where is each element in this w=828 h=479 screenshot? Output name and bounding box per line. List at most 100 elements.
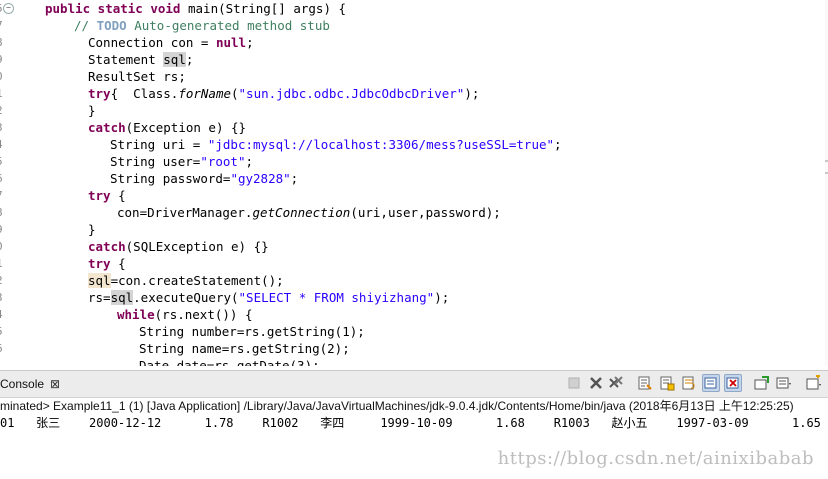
code-token: while bbox=[117, 307, 155, 322]
code-line[interactable]: 0 ResultSet rs; bbox=[0, 68, 828, 85]
line-number: 4 bbox=[0, 306, 6, 323]
code-text: Date date=rs.getDate(3); bbox=[139, 357, 320, 366]
open-console-icon[interactable] bbox=[806, 375, 822, 391]
pin-console-icon[interactable] bbox=[754, 375, 770, 391]
code-editor[interactable]: 5 − public static void main(String[] args)… bbox=[0, 0, 828, 366]
code-text: public static void main(String[] args) { bbox=[45, 0, 346, 17]
code-line[interactable]: Date date=rs.getDate(3); bbox=[0, 357, 828, 366]
code-text: String name=rs.getString(2); bbox=[139, 340, 350, 357]
code-token: { bbox=[110, 188, 126, 203]
code-text: try { bbox=[88, 187, 126, 204]
code-token: ; bbox=[246, 35, 254, 50]
code-line[interactable]: 8 con=DriverManager.getConnection(uri,use… bbox=[0, 204, 828, 221]
code-token: "SELECT * FROM shiyizhang" bbox=[238, 290, 435, 305]
code-token: "gy2828" bbox=[230, 171, 291, 186]
code-token: null bbox=[215, 35, 247, 50]
code-line[interactable]: 7 try { bbox=[0, 187, 828, 204]
code-text: ResultSet rs; bbox=[88, 68, 186, 85]
watermark: https://blog.csdn.net/ainixibabab bbox=[497, 448, 814, 469]
display-selected-console-icon[interactable] bbox=[776, 375, 792, 391]
code-line[interactable]: 2 sql=con.createStatement(); bbox=[0, 272, 828, 289]
line-number: 3 bbox=[0, 289, 6, 306]
code-token: // bbox=[74, 18, 97, 33]
show-console-on-output-icon[interactable] bbox=[702, 374, 720, 392]
line-number: 8 bbox=[0, 34, 6, 51]
code-token: Connection bbox=[88, 35, 171, 50]
code-line[interactable]: 1 try { bbox=[0, 255, 828, 272]
word-wrap-icon[interactable] bbox=[681, 375, 697, 391]
line-number: 7 bbox=[0, 187, 6, 204]
line-number: 6 bbox=[0, 170, 6, 187]
line-number: 9 bbox=[0, 51, 6, 68]
code-token: ); bbox=[464, 86, 480, 101]
code-token: Statement bbox=[88, 52, 164, 67]
code-token: } bbox=[88, 103, 96, 118]
code-token: main(String[] args) { bbox=[188, 1, 347, 16]
code-line[interactable]: 5−public static void main(String[] args)… bbox=[0, 0, 828, 17]
code-token: uri bbox=[162, 137, 186, 152]
line-number: 1 bbox=[0, 255, 6, 272]
terminate-icon[interactable] bbox=[566, 375, 582, 391]
code-text: while(rs.next()) { bbox=[117, 306, 252, 323]
code-token: Auto-generated method stub bbox=[126, 18, 330, 33]
line-number: 3 bbox=[0, 119, 6, 136]
code-text: Statement sql; bbox=[88, 51, 193, 68]
code-line[interactable]: 4 while(rs.next()) { bbox=[0, 306, 828, 323]
code-text: catch(Exception e) {} bbox=[88, 119, 246, 136]
line-number: 1 bbox=[0, 85, 6, 102]
code-text: sql=con.createStatement(); bbox=[88, 272, 284, 289]
code-text: String uri = "jdbc:mysql://localhost:330… bbox=[110, 136, 562, 153]
close-icon[interactable]: ⊠ bbox=[50, 377, 60, 391]
code-token: "sun.jdbc.odbc.JdbcOdbcDriver" bbox=[238, 86, 465, 101]
scroll-lock-icon[interactable] bbox=[659, 375, 675, 391]
code-token: (SQLException e) {} bbox=[125, 239, 269, 254]
remove-launch-icon[interactable] bbox=[588, 375, 604, 391]
code-line[interactable]: 0 catch(SQLException e) {} bbox=[0, 238, 828, 255]
code-token: catch bbox=[88, 120, 126, 135]
line-number: 2 bbox=[0, 272, 6, 289]
code-line[interactable]: 6 String password="gy2828"; bbox=[0, 170, 828, 187]
console-output[interactable]: 01 张三 2000-12-12 1.78 R1002 李四 1999-10-0… bbox=[0, 414, 828, 432]
code-token: String bbox=[110, 171, 163, 186]
line-number: 9 bbox=[0, 221, 6, 238]
console-toolbar: Console ⊠ bbox=[0, 370, 828, 398]
code-token: ( bbox=[231, 86, 239, 101]
code-line[interactable]: 5 String number=rs.getString(1); bbox=[0, 323, 828, 340]
code-line[interactable]: 9 Statement sql; bbox=[0, 51, 828, 68]
code-token: user bbox=[162, 154, 193, 169]
code-token: String bbox=[110, 154, 163, 169]
code-token: { bbox=[110, 256, 126, 271]
code-token: try bbox=[88, 188, 111, 203]
code-line[interactable]: 2} bbox=[0, 102, 828, 119]
code-token: "jdbc:mysql://localhost:3306/mess?useSSL… bbox=[207, 137, 555, 152]
code-token: String bbox=[110, 137, 163, 152]
code-line[interactable]: 4 String uri = "jdbc:mysql://localhost:33… bbox=[0, 136, 828, 153]
code-token: public static void bbox=[45, 1, 188, 16]
code-token: ; bbox=[290, 171, 299, 186]
code-token: password bbox=[162, 171, 223, 186]
highlighted-variable: sql bbox=[88, 273, 111, 288]
line-number: 5 bbox=[0, 153, 6, 170]
code-line[interactable]: 1 try{ Class.forName("sun.jdbc.odbc.JdbcO… bbox=[0, 85, 828, 102]
code-token: ; bbox=[185, 52, 194, 67]
code-token: } bbox=[88, 222, 96, 237]
code-line[interactable]: 3 catch(Exception e) {} bbox=[0, 119, 828, 136]
tab-console[interactable]: Console ⊠ bbox=[0, 371, 66, 397]
code-line[interactable]: 8 Connection con = null; bbox=[0, 34, 828, 51]
remove-all-terminated-icon[interactable] bbox=[608, 375, 624, 391]
code-token: { Class. bbox=[110, 86, 179, 101]
fold-toggle-icon[interactable]: − bbox=[3, 3, 14, 14]
line-number: 2 bbox=[0, 102, 6, 119]
clear-console-icon[interactable] bbox=[637, 375, 653, 391]
code-line[interactable]: 6 String name=rs.getString(2); bbox=[0, 340, 828, 357]
code-line[interactable]: 3 rs=sql.executeQuery("SELECT * FROM shiy… bbox=[0, 289, 828, 306]
code-token: con=DriverManager. bbox=[117, 205, 253, 220]
show-console-on-error-icon[interactable] bbox=[724, 374, 742, 392]
code-line[interactable]: 7 // TODO Auto-generated method stub bbox=[0, 17, 828, 34]
todo-tag: TODO bbox=[96, 18, 127, 33]
line-number: 5 bbox=[0, 323, 6, 340]
code-line[interactable]: 5 String user="root"; bbox=[0, 153, 828, 170]
code-line[interactable]: 9} bbox=[0, 221, 828, 238]
line-number: 7 bbox=[0, 17, 6, 34]
code-text: String user="root"; bbox=[110, 153, 253, 170]
